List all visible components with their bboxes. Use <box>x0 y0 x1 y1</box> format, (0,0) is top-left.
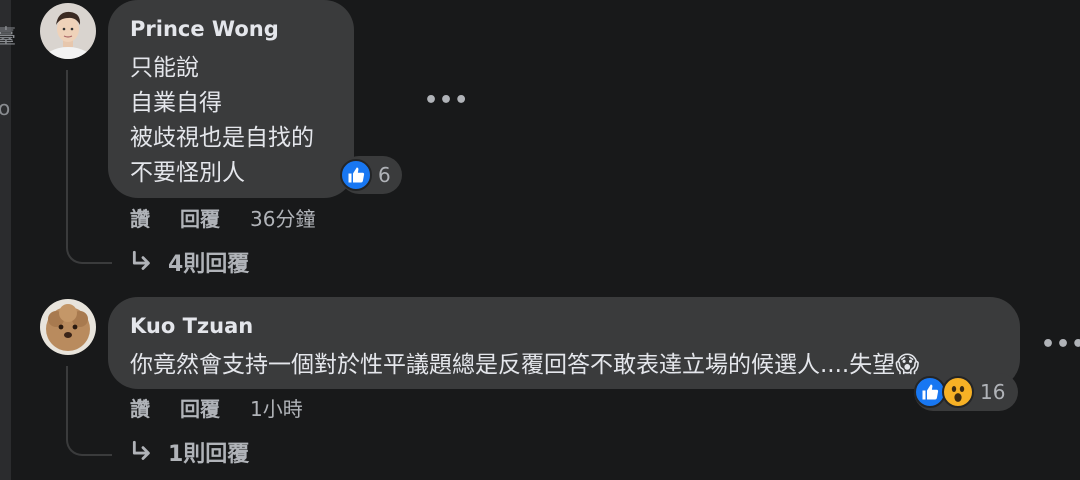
reaction-summary[interactable]: 16 <box>914 373 1018 411</box>
reaction-count: 6 <box>378 163 391 187</box>
reply-arrow-icon <box>132 250 150 270</box>
thread-line <box>66 70 112 264</box>
wow-reaction-icon <box>942 376 974 408</box>
comment-line: 自業自得 <box>130 90 222 116</box>
replies-count-label: 4則回覆 <box>168 252 250 277</box>
timestamp[interactable]: 1小時 <box>250 393 303 422</box>
more-options-icon[interactable]: ••• <box>424 90 469 112</box>
reply-arrow-icon <box>132 440 150 460</box>
more-options-icon[interactable]: ••• <box>1041 334 1080 356</box>
sidebar-partial-glyph: 臺 <box>0 24 16 48</box>
view-replies-link[interactable]: 1則回覆 <box>130 436 249 468</box>
reaction-count: 16 <box>980 380 1006 404</box>
avatar[interactable] <box>40 299 96 355</box>
like-button[interactable]: 讚 <box>130 393 150 422</box>
replies-count-label: 1則回覆 <box>168 442 250 467</box>
reaction-summary[interactable]: 6 <box>340 156 402 194</box>
left-sidebar-edge: 臺 o <box>0 0 16 480</box>
comment-line: 不要怪別人 <box>130 160 245 186</box>
timestamp[interactable]: 36分鐘 <box>250 203 315 232</box>
comment-actions: 讚 回覆 36分鐘 <box>130 203 315 232</box>
comment-author[interactable]: Prince Wong <box>130 17 279 41</box>
avatar[interactable] <box>40 3 96 59</box>
reply-button[interactable]: 回覆 <box>180 393 220 422</box>
view-replies-link[interactable]: 4則回覆 <box>130 246 249 278</box>
comment-line: 你竟然會支持一個對於性平議題總是反覆回答不敢表達立場的候選人....失望😱 <box>130 352 920 378</box>
comment-line: 只能說 <box>130 55 199 81</box>
thread-line <box>66 366 112 456</box>
reply-button[interactable]: 回覆 <box>180 203 220 232</box>
sidebar-partial-char: o <box>0 96 11 120</box>
comment-author[interactable]: Kuo Tzuan <box>130 314 253 338</box>
like-button[interactable]: 讚 <box>130 203 150 232</box>
comment-actions: 讚 回覆 1小時 <box>130 393 303 422</box>
comment-line: 被歧視也是自找的 <box>130 125 314 151</box>
like-reaction-icon <box>340 159 372 191</box>
